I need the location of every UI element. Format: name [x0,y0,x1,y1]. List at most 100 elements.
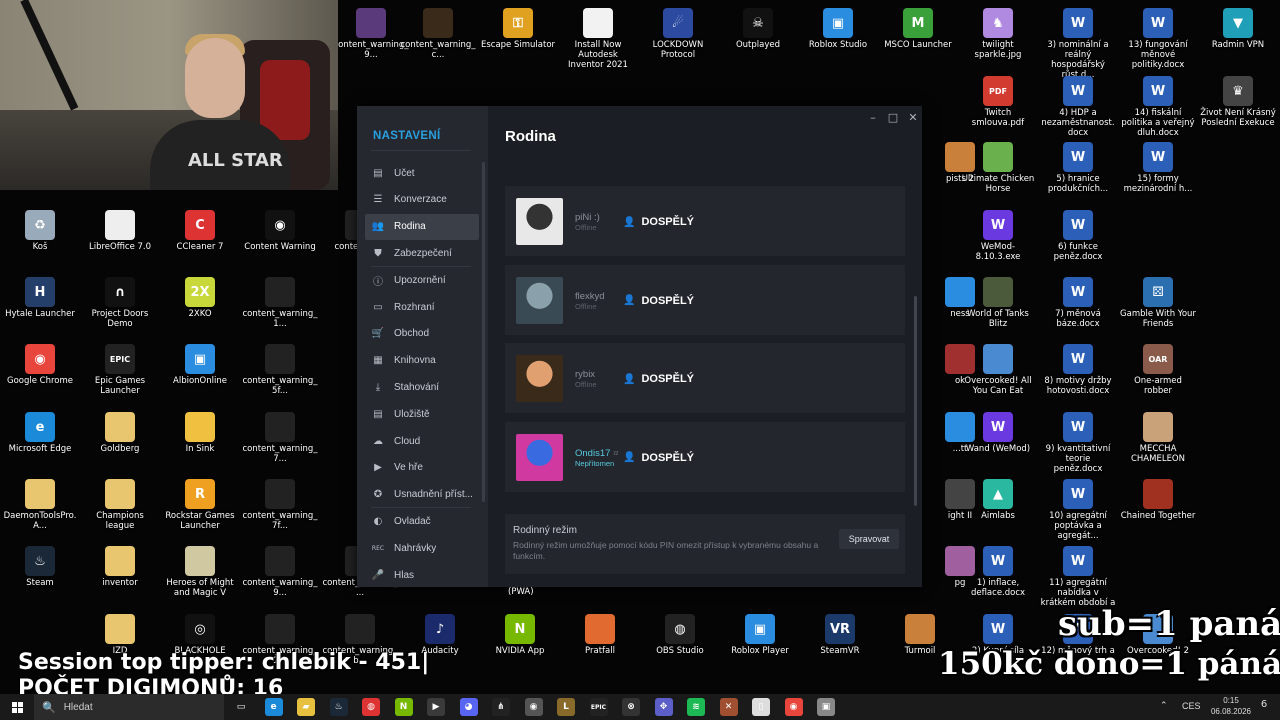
sidebar-item-10[interactable]: ▤ Úložiště [365,401,479,427]
notification-icon[interactable]: 6 [1256,699,1272,715]
taskbar-game-icon[interactable]: ✕ [719,698,738,716]
desktop-icon[interactable]: Install Now Autodesk Inventor 2021 [560,4,636,70]
desktop-icon[interactable]: content_warning_9... [242,542,318,606]
taskbar-edge-icon[interactable]: e [264,698,283,716]
tray-chevron-icon[interactable]: ⌃ [1160,701,1168,711]
taskbar-task-view-icon[interactable]: ▭ [232,698,250,716]
desktop-icon[interactable]: N NVIDIA App [482,610,558,674]
desktop-icon[interactable]: ...tt [922,408,998,472]
desktop-icon[interactable]: Heroes of Might and Magic V [162,542,238,606]
desktop-icon[interactable]: 2X 2XKO [162,273,238,337]
desktop-icon[interactable]: ◉ Google Chrome [2,340,78,404]
taskbar-search[interactable]: 🔍 Hledat [34,694,224,720]
desktop-icon[interactable]: W 8) motivy držby hotovosti.docx [1040,340,1116,404]
taskbar-chrome-icon[interactable]: ◉ [784,698,803,716]
desktop-icon[interactable]: ♞ twilight sparkle.jpg [960,4,1036,68]
desktop-icon[interactable]: W 15) formy mezinárodní h... [1120,138,1196,202]
taskbar-discord-icon[interactable]: ◕ [459,698,478,716]
member-role[interactable]: 👤 DOSPĚLÝ [623,373,694,385]
desktop-icon[interactable]: content_warning_7f... [242,475,318,539]
language-indicator[interactable]: CES [1182,701,1201,711]
desktop-icon[interactable]: pg [922,542,998,606]
taskbar-media-icon[interactable]: ▶ [427,698,445,716]
desktop-icon[interactable]: ♨ Steam [2,542,78,606]
clock-time[interactable]: 0:15 [1206,696,1256,705]
member-role[interactable]: 👤 DOSPĚLÝ [623,216,694,228]
desktop-icon[interactable]: DaemonToolsPro.A... [2,475,78,539]
taskbar-window-icon[interactable]: ▣ [817,698,835,716]
desktop-icon[interactable]: W WeMod-8.10.3.exe [960,206,1036,270]
desktop-icon[interactable]: content_warning_9... [333,4,409,68]
taskbar-nvidia-icon[interactable]: N [394,698,413,716]
minimize-button[interactable]: – [864,111,882,125]
manage-button[interactable]: Spravovat [839,529,899,549]
member-role[interactable]: 👤 DOSPĚLÝ [623,452,694,464]
content-scrollbar[interactable] [914,296,917,506]
sidebar-item-6[interactable]: ▭ Rozhraní [365,294,479,320]
desktop-icon[interactable]: OAR One-armed robber [1120,340,1196,404]
taskbar-epic-icon[interactable]: EPIC [589,698,608,716]
desktop-icon[interactable]: content_warning_5f... [242,340,318,404]
desktop-icon[interactable]: MECCHA CHAMELEON [1120,408,1196,472]
taskbar-steam-icon[interactable]: ♨ [329,698,348,716]
taskbar-lol-icon[interactable]: L [557,698,575,716]
sidebar-item-13[interactable]: ✪ Usnadnění příst... [365,482,479,508]
desktop-icon[interactable]: ight II [922,475,998,539]
desktop-icon[interactable]: VR SteamVR [802,610,878,674]
avatar[interactable] [516,198,563,245]
desktop-icon[interactable]: Champions league [82,475,158,539]
desktop-icon[interactable]: ∩ Project Doors Demo [82,273,158,337]
desktop-icon[interactable]: W 3) nominální a reálný hospodářský růst.… [1040,4,1116,80]
start-button[interactable] [0,694,34,720]
family-member-row[interactable]: rybix Offline 👤 DOSPĚLÝ [505,343,905,413]
sidebar-item-3[interactable]: 👥 Rodina [365,213,479,240]
desktop-icon[interactable]: ☠ Outplayed [720,4,796,68]
close-button[interactable]: ✕ [904,111,922,125]
avatar[interactable] [516,433,563,481]
desktop-icon[interactable]: W 10) agregátní poptávka a agregát... [1040,475,1116,541]
desktop-icon[interactable]: inventor [82,542,158,606]
sidebar-item-11[interactable]: ☁ Cloud [365,428,479,454]
desktop-icon[interactable]: LibreOffice 7.0 [82,206,158,270]
sidebar-item-5[interactable]: ⓘ Upozornění [365,267,479,293]
taskbar-cc-icon[interactable]: ◍ [362,698,380,716]
sidebar-item-4[interactable]: ⛊ Zabezpečení [365,240,479,266]
desktop-icon[interactable]: W 7) měnová báze.docx [1040,273,1116,337]
taskbar-explorer-icon[interactable]: ▰ [297,698,315,716]
desktop-icon[interactable]: EPIC Epic Games Launcher [82,340,158,404]
desktop-icon[interactable]: R Rockstar Games Launcher [162,475,238,539]
desktop-icon[interactable]: M MSCO Launcher [880,4,956,68]
desktop-icon[interactable]: ◉ Content Warning [242,206,318,270]
desktop-icon[interactable]: ♻ Koš [2,206,78,270]
desktop-icon[interactable]: Goldberg [82,408,158,472]
taskbar-chrome-alt-icon[interactable]: ◉ [524,698,543,716]
desktop-icon[interactable]: C CCleaner 7 [162,206,238,270]
desktop-icon[interactable]: ◍ OBS Studio [642,610,718,674]
desktop-icon[interactable]: ok [922,340,998,404]
desktop-icon[interactable]: ▼ Radmin VPN [1200,4,1276,68]
desktop-icon[interactable]: ness [922,273,998,337]
sidebar-item-15[interactable]: REC Nahrávky [365,535,479,561]
avatar[interactable] [516,355,563,402]
clock-date[interactable]: 06.08.2026 [1206,707,1256,716]
desktop-icon[interactable]: W 13) fungování měnové politiky.docx [1120,4,1196,70]
maximize-button[interactable]: □ [884,111,902,125]
desktop-icon[interactable]: content_warning_7... [242,408,318,472]
sidebar-item-16[interactable]: 🎤 Hlas [365,562,479,587]
desktop-icon[interactable]: content_warning_1... [242,273,318,337]
taskbar-file-icon[interactable]: ▯ [752,698,770,716]
desktop-icon[interactable]: ⚿ Escape Simulator [480,4,556,68]
desktop-icon[interactable]: PDF Twitch smlouva.pdf [960,72,1036,136]
sidebar-item-14[interactable]: ◐ Ovladač [365,508,479,534]
desktop-icon[interactable]: ♛ Život Není Krásný Poslední Exekuce [1200,72,1276,136]
desktop-icon[interactable]: content_warning_c... [400,4,476,68]
desktop-icon[interactable]: W 5) hranice produkčních... [1040,138,1116,202]
desktop-icon[interactable]: W 11) agregátní nabídka v krátkém období … [1040,542,1116,618]
desktop-icon[interactable]: e Microsoft Edge [2,408,78,472]
desktop-icon[interactable]: Chained Together [1120,475,1196,539]
sidebar-scrollbar[interactable] [482,162,485,502]
desktop-icon[interactable]: In Sink [162,408,238,472]
family-member-row[interactable]: flexkyd Offline 👤 DOSPĚLÝ [505,264,905,335]
family-member-row[interactable]: Ondis17 ᶻᶻ Nepřítomen 👤 DOSPĚLÝ [505,421,905,492]
sidebar-item-8[interactable]: ▦ Knihovna [365,348,479,374]
